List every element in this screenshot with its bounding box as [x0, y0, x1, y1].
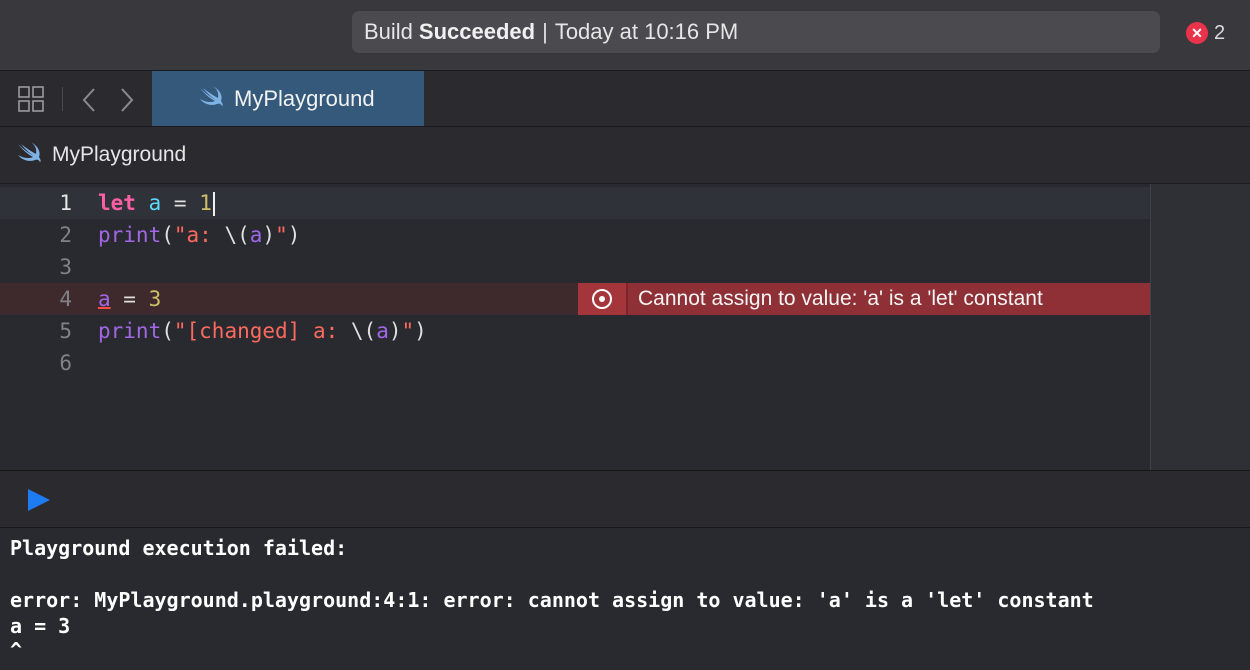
chevron-right-icon[interactable] — [118, 87, 136, 118]
jump-bar: MyPlayground — [0, 127, 1250, 184]
code-text[interactable]: print("a: \(a)") — [98, 219, 300, 251]
code-editor[interactable]: 1 let a = 1 2 print("a: \(a)") 3 4 a = 3… — [0, 184, 1150, 470]
tab-myplayground[interactable]: MyPlayground — [152, 71, 424, 126]
line-number: 2 — [59, 223, 72, 247]
code-line: 3 — [0, 251, 1150, 283]
toolbar-divider — [62, 87, 63, 111]
console-line: ^ — [10, 638, 23, 662]
swift-icon — [198, 85, 224, 113]
console-line: a = 3 — [10, 614, 71, 638]
console-line: Playground execution failed: — [10, 536, 348, 560]
code-line: 1 let a = 1 — [0, 187, 1150, 219]
activity-separator: | — [542, 19, 548, 44]
window-toolbar: Build Succeeded | Today at 10:16 PM ✕ 2 — [0, 0, 1250, 71]
line-number: 4 — [59, 287, 72, 311]
debug-console[interactable]: Playground execution failed: error: MyPl… — [0, 528, 1250, 670]
code-text[interactable]: a = 3 — [98, 283, 161, 315]
line-number: 3 — [59, 255, 72, 279]
code-line: 6 — [0, 347, 1150, 379]
line-number: 6 — [59, 351, 72, 375]
code-text[interactable]: print("[changed] a: \(a)") — [98, 315, 427, 347]
activity-prefix: Build — [364, 19, 413, 44]
error-icon-box[interactable] — [578, 283, 628, 315]
code-line-error: 4 a = 3 Cannot assign to value: 'a' is a… — [0, 283, 1150, 315]
activity-status: Succeeded — [418, 19, 536, 44]
code-line: 5 print("[changed] a: \(a)") — [0, 315, 1150, 347]
chevron-left-icon[interactable] — [80, 87, 98, 118]
tab-bar: MyPlayground — [0, 71, 1250, 127]
console-line: error: MyPlayground.playground:4:1: erro… — [10, 588, 1094, 612]
swift-icon — [16, 141, 42, 169]
line-number: 5 — [59, 319, 72, 343]
error-annotation[interactable]: Cannot assign to value: 'a' is a 'let' c… — [578, 283, 1150, 315]
activity-time: Today at 10:16 PM — [554, 19, 739, 44]
error-circle-icon — [592, 289, 612, 309]
error-message: Cannot assign to value: 'a' is a 'let' c… — [628, 283, 1150, 315]
line-number: 1 — [59, 191, 72, 215]
tab-label: MyPlayground — [234, 85, 375, 111]
run-bar — [0, 470, 1250, 528]
activity-viewer: Build Succeeded | Today at 10:16 PM — [352, 11, 1160, 53]
code-line: 2 print("a: \(a)") — [0, 219, 1150, 251]
code-text[interactable]: let a = 1 — [98, 187, 215, 219]
error-circle-icon: ✕ — [1186, 22, 1208, 44]
error-count: 2 — [1214, 21, 1226, 44]
results-sidebar — [1150, 184, 1250, 470]
error-badge[interactable]: ✕ 2 — [1186, 21, 1225, 45]
play-icon[interactable] — [26, 487, 52, 518]
text-cursor — [212, 192, 215, 216]
grid-icon[interactable] — [17, 85, 45, 118]
breadcrumb-myplayground[interactable]: MyPlayground — [52, 143, 186, 167]
